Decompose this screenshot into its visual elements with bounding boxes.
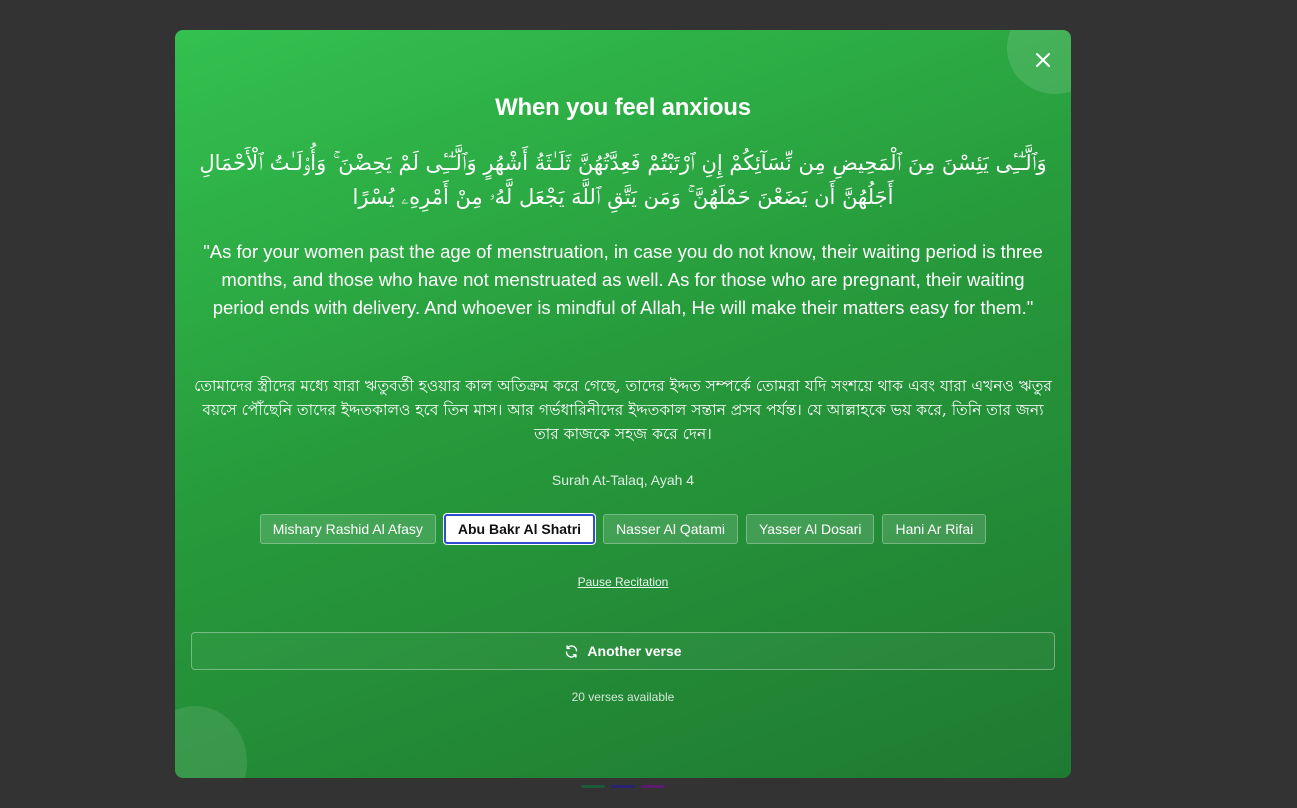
english-translation: "As for your women past the age of menst…	[203, 241, 1043, 318]
indicator-dot[interactable]	[641, 785, 665, 788]
carousel-indicators	[581, 785, 665, 788]
close-icon	[1036, 53, 1050, 67]
refresh-icon	[566, 644, 578, 658]
reciter-button-abu-bakr[interactable]: Abu Bakr Al Shatri	[443, 514, 596, 544]
another-verse-label: Another verse	[587, 643, 682, 659]
verse-reference: Surah At-Talaq, Ayah 4	[551, 472, 695, 488]
reciter-selector: Mishary Rashid Al Afasy Abu Bakr Al Shat…	[175, 514, 1071, 544]
decorative-circle-bottom-left	[175, 706, 247, 778]
verses-count: 20 verses available	[571, 690, 675, 704]
arabic-verse: وَٱلَّـٰٓـِٔى يَئِسْنَ مِنَ ٱلْمَحِيضِ م…	[199, 151, 1047, 209]
verse-modal: When you feel anxious وَٱلَّـٰٓـِٔى يَئِ…	[175, 30, 1071, 778]
modal-title: When you feel anxious	[495, 94, 751, 121]
indicator-dot[interactable]	[611, 785, 635, 788]
reciter-button-mishary[interactable]: Mishary Rashid Al Afasy	[259, 514, 436, 544]
indicator-dot[interactable]	[581, 785, 605, 788]
reciter-button-hani[interactable]: Hani Ar Rifai	[882, 514, 987, 544]
close-button[interactable]	[1029, 46, 1057, 74]
reciter-button-nasser[interactable]: Nasser Al Qatami	[603, 514, 738, 544]
reciter-button-yasser[interactable]: Yasser Al Dosari	[746, 514, 875, 544]
another-verse-button[interactable]: Another verse	[191, 632, 1055, 670]
pause-recitation-row: Pause Recitation	[175, 575, 1071, 589]
bangla-translation: তোমাদের স্ত্রীদের মধ্যে যারা ঋতুবর্তী হও…	[194, 377, 1052, 443]
pause-recitation-link[interactable]: Pause Recitation	[578, 575, 669, 589]
page-backdrop: When you feel anxious وَٱلَّـٰٓـِٔى يَئِ…	[0, 0, 1297, 808]
